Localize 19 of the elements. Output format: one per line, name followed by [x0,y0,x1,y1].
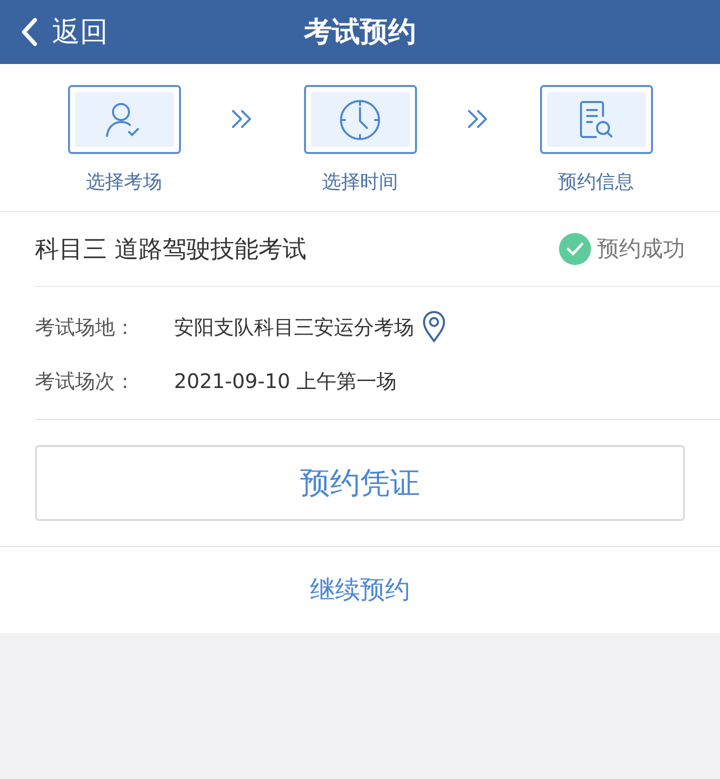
check-circle-icon [559,233,591,265]
clock-icon [338,98,382,142]
step-label: 预约信息 [558,170,634,195]
status-text: 预约成功 [597,236,685,264]
double-chevron-icon [230,108,254,130]
exam-title: 科目三 道路驾驶技能考试 [35,234,307,265]
location-pin-icon [422,311,446,343]
step-label: 选择考场 [86,170,162,195]
continue-link[interactable]: 继续预约 [310,571,410,609]
page-title: 考试预约 [304,14,416,50]
voucher-button[interactable]: 预约凭证 [35,445,685,521]
detail-value: 2021-09-10 上午第一场 [174,368,397,395]
detail-label: 考试场地： [35,314,136,341]
back-button[interactable]: 返回 [20,0,108,64]
detail-label: 考试场次： [35,368,136,395]
back-chevron-icon [20,17,38,47]
detail-value: 安阳支队科目三安运分考场 [174,314,414,341]
step-label: 选择时间 [322,170,398,195]
double-chevron-icon [466,108,490,130]
